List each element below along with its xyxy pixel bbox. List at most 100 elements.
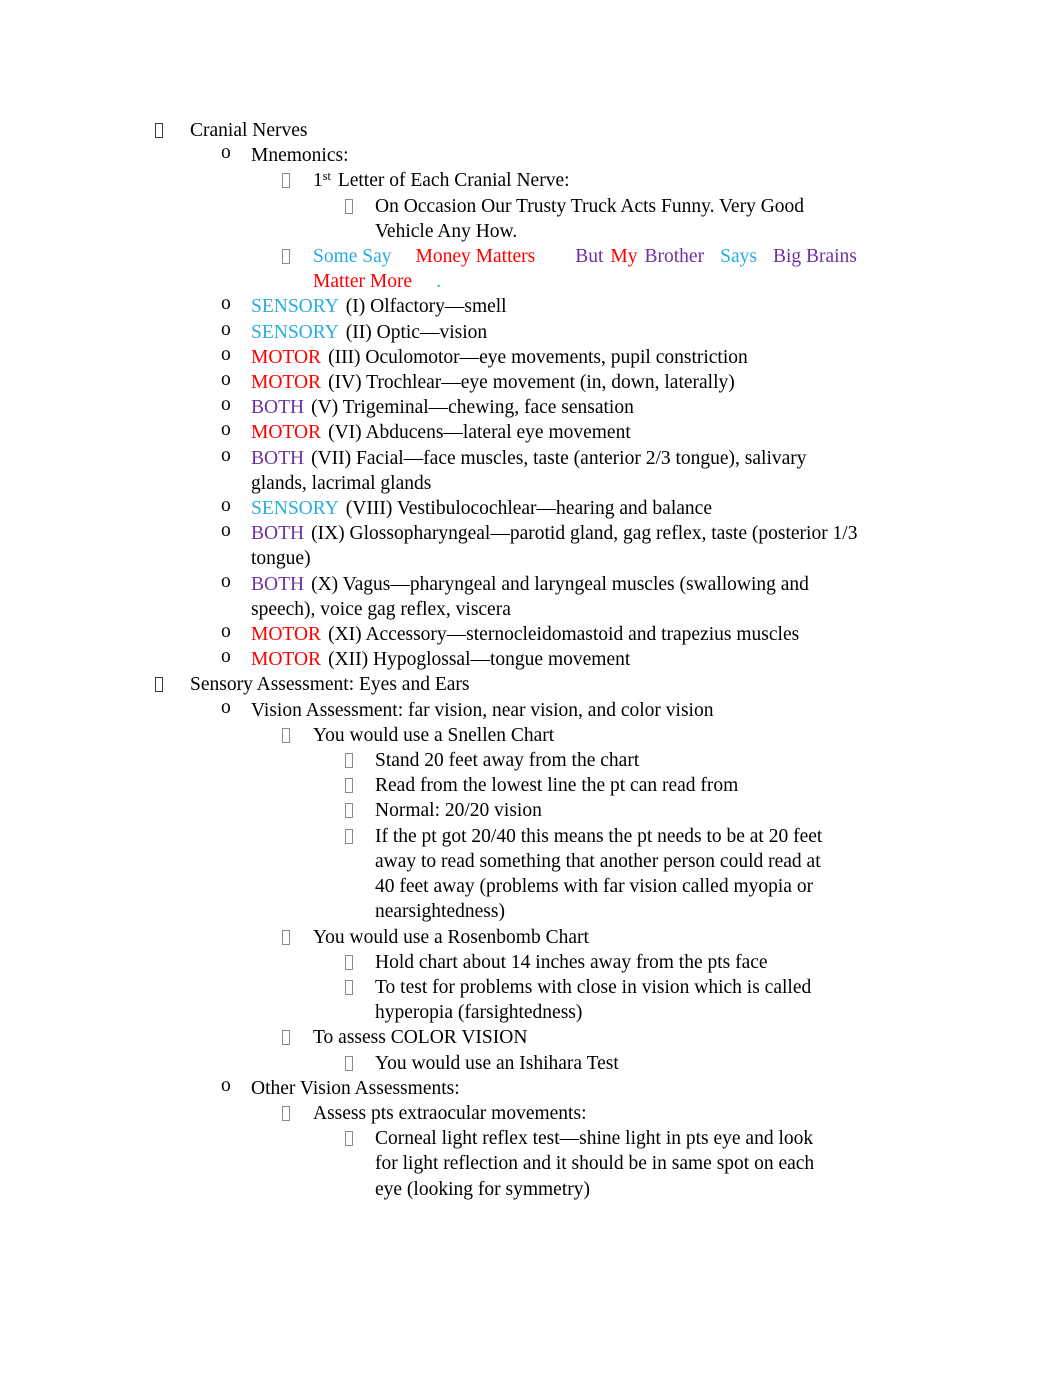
outline-text: Read from the lowest line the pt can rea… [375,775,739,797]
bullet-icon [345,748,353,773]
mnemonic-part-3: But [575,246,604,268]
bullet-icon [345,1126,353,1151]
outline-item-detail: To test for problems with close in visio… [0,975,1062,1025]
outline-item-cranial-nerve: o BOTH (IX) Glossopharyngeal—parotid gland… [0,521,1062,571]
bullet-icon [282,1101,290,1126]
outline-item-detail: You would use an Ishihara Test [0,1051,1062,1076]
outline-item-vision-assessment: o Vision Assessment: far vision, near vi… [0,698,1062,723]
mnemonic-part-2: Money Matters [415,246,536,268]
mnemonic-part-8: Matter More [313,271,413,293]
nerve-description: (VI) Abducens—lateral eye movement [328,422,631,444]
mnemonic-part-6: Says [720,246,757,268]
outline-text: SENSORY (II) Optic—vision [251,320,861,345]
bullet-icon [345,798,353,823]
cranial-nerve-list: o SENSORY (I) Olfactory—smell o SENSORY (II) … [0,294,1062,672]
outline-item-cranial-nerve: o MOTOR (IV) Trochlear—eye movement (in, d… [0,370,1062,395]
outline-text: BOTH (V) Trigeminal—chewing, face sensati… [251,395,861,420]
bullet-o-icon: o [221,142,231,164]
outline-item-detail: Normal: 20/20 vision [0,798,1062,823]
outline-text: Hold chart about 14 inches away from the… [375,951,768,973]
outline-text: Normal: 20/20 vision [375,800,542,822]
outline-item-cranial-nerve: o MOTOR (XII) Hypoglossal—tongue movement [0,647,1062,672]
bullet-icon [345,1051,353,1076]
bullet-icon [345,824,353,849]
outline-item-cranial-nerve: o MOTOR (III) Oculomotor—eye movements, pu… [0,345,1062,370]
outline-item-cranial-nerve: o MOTOR (VI) Abducens—lateral eye movement [0,420,1062,445]
nerve-type-label: MOTOR [251,624,322,646]
outline-text: SENSORY (I) Olfactory—smell [251,294,861,319]
outline-item-cranial-nerve: o SENSORY (II) Optic—vision [0,320,1062,345]
nerve-description: (VII) Facial—face muscles, taste (anteri… [251,447,807,494]
nerve-type-label: SENSORY [251,321,339,343]
nerve-description: (V) Trigeminal—chewing, face sensation [311,397,634,419]
outline-item-snellen-chart: You would use a Snellen Chart [0,723,1062,748]
mnemonic-part-4: My [610,246,638,268]
outline-text: Other Vision Assessments: [251,1077,460,1099]
snellen-points-list: Stand 20 feet away from the chart Read fr… [0,748,1062,924]
bullet-o-icon: o [221,444,231,466]
outline-text: BOTH (IX) Glossopharyngeal—parotid gland,… [251,521,861,571]
outline-item-extraocular-movements: Assess pts extraocular movements: [0,1101,1062,1126]
nerve-description: (VIII) Vestibulocochlear—hearing and bal… [345,498,712,520]
nerve-description: (II) Optic—vision [345,321,488,343]
bullet-o-icon: o [221,369,231,391]
outline-text: MOTOR (XII) Hypoglossal—tongue movement [251,647,861,672]
nerve-type-label: MOTOR [251,346,322,368]
outline-body: Cranial Nerves o Mnemonics: 1st Letter of… [0,118,1062,1202]
bullet-icon [345,950,353,975]
nerve-type-label: SENSORY [251,498,339,520]
outline-text: Vision Assessment: far vision, near visi… [251,699,714,721]
outline-text: MOTOR (XI) Accessory—sternocleidomastoid … [251,622,861,647]
outline-item-cranial-nerve: o BOTH (X) Vagus—pharyngeal and laryngeal … [0,572,1062,622]
bullet-o-icon: o [221,1074,231,1096]
outline-text: MOTOR (VI) Abducens—lateral eye movement [251,420,861,445]
outline-text: On Occasion Our Trusty Truck Acts Funny.… [375,195,805,242]
nerve-description: (XI) Accessory—sternocleidomastoid and t… [328,624,800,646]
bullet-icon [155,672,163,697]
mnemonic-part-1: Some Say [313,246,392,268]
nerve-type-label: BOTH [251,397,305,419]
bullet-o-icon: o [221,646,231,668]
color-vision-points-list: You would use an Ishihara Test [0,1051,1062,1076]
outline-text: MOTOR (III) Oculomotor—eye movements, pup… [251,345,861,370]
outline-text: Assess pts extraocular movements: [313,1102,587,1124]
outline-text: BOTH (X) Vagus—pharyngeal and laryngeal m… [251,572,861,622]
outline-item-cranial-nerve: o BOTH (VII) Facial—face muscles, taste (a… [0,446,1062,496]
outline-text: You would use a Snellen Chart [313,724,555,746]
outline-item-occasion-mnemonic: On Occasion Our Trusty Truck Acts Funny.… [0,194,1062,244]
outline-item-cranial-nerve: o BOTH (V) Trigeminal—chewing, face sensat… [0,395,1062,420]
nerve-type-label: BOTH [251,573,305,595]
outline-item-detail: Hold chart about 14 inches away from the… [0,950,1062,975]
nerve-type-label: MOTOR [251,649,322,671]
nerve-type-label: SENSORY [251,296,339,318]
outline-text: Some Say Money Matters But My Brother Says Big… [313,244,913,294]
mnemonic-part-5: Brother [644,246,705,268]
outline-item-detail: Corneal light reflex test—shine light in… [0,1126,1062,1202]
bullet-icon [282,168,290,193]
first-letter-pre: 1 [313,170,323,192]
outline-item-detail: Read from the lowest line the pt can rea… [0,773,1062,798]
bullet-icon [345,773,353,798]
outline-item-sensory-motor-mnemonic: Some Say Money Matters But My Brother Says Big… [0,244,1062,294]
bullet-icon [282,1025,290,1050]
rosenbomb-points-list: Hold chart about 14 inches away from the… [0,950,1062,1026]
outline-item-detail: Stand 20 feet away from the chart [0,748,1062,773]
nerve-type-label: MOTOR [251,422,322,444]
outline-text: MOTOR (IV) Trochlear—eye movement (in, do… [251,370,861,395]
document-page: Cranial Nerves o Mnemonics: 1st Letter of… [0,0,1062,1377]
outline-text: 1st Letter of Each Cranial Nerve: [313,168,913,193]
bullet-o-icon: o [221,520,231,542]
nerve-description: (XII) Hypoglossal—tongue movement [328,649,631,671]
bullet-o-icon: o [221,343,231,365]
nerve-type-label: BOTH [251,447,305,469]
outline-item-detail: If the pt got 20/40 this means the pt ne… [0,824,1062,925]
first-letter-post: Letter of Each Cranial Nerve: [337,170,570,192]
outline-item-rosenbomb-chart: You would use a Rosenbomb Chart [0,925,1062,950]
bullet-o-icon: o [221,293,231,315]
bullet-icon [345,194,353,219]
bullet-o-icon: o [221,495,231,517]
outline-item-cranial-nerve: o SENSORY (I) Olfactory—smell [0,294,1062,319]
outline-text: Cranial Nerves [190,120,308,141]
bullet-icon [282,723,290,748]
bullet-icon [282,925,290,950]
